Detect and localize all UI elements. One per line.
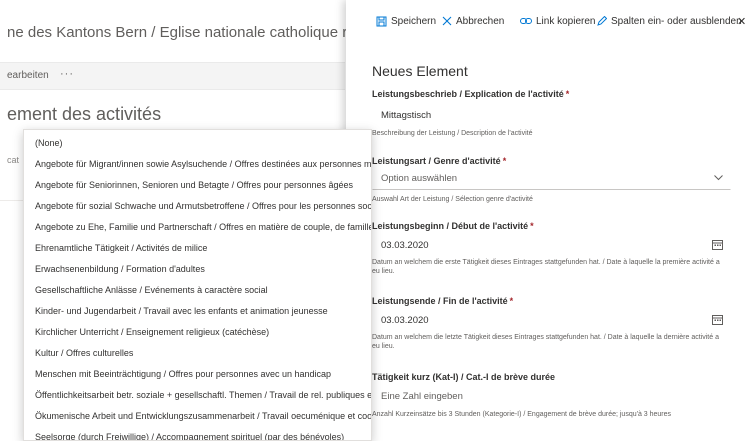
dropdown-option[interactable]: Kultur / Offres culturelles [24, 343, 371, 364]
dropdown-option[interactable]: Kinder- und Jugendarbeit / Travail avec … [24, 301, 371, 322]
required-marker: * [565, 89, 570, 99]
field-label-text: Leistungsende / Fin de l'activité [372, 296, 508, 306]
field-help-text: Datum an welchem die erste Tätigkeit die… [372, 259, 720, 275]
edit-button[interactable]: earbeiten [7, 70, 49, 81]
dropdown-option[interactable]: Öffentlichkeitsarbeit betr. soziale + ge… [24, 385, 371, 406]
dropdown-option[interactable]: Angebote für Migrant/innen sowie Asylsuc… [24, 154, 371, 175]
new-item-panel: Speichern Abbrechen Link kopieren Spalte… [346, 0, 745, 441]
field-label-description: Leistungsbeschrieb / Explication de l'ac… [372, 89, 569, 99]
dropdown-option[interactable]: (None) [24, 133, 371, 154]
command-bar: earbeiten ··· [0, 62, 345, 90]
field-label-start-date: Leistungsbeginn / Début de l'activité * [372, 221, 534, 231]
dropdown-option[interactable]: Menschen mit Beeinträchtigung / Offres p… [24, 364, 371, 385]
cancel-button[interactable]: Abbrechen [442, 13, 504, 29]
field-label-text: Leistungsbeginn / Début de l'activité [372, 221, 529, 231]
copy-link-label: Link kopieren [536, 15, 596, 27]
form-title: Neues Element [372, 63, 468, 79]
copy-link-button[interactable]: Link kopieren [520, 13, 595, 29]
cancel-label: Abbrechen [456, 15, 505, 27]
save-button[interactable]: Speichern [376, 13, 436, 29]
genre-options-dropdown: (None) Angebote für Migrant/innen sowie … [23, 129, 372, 441]
dropdown-option[interactable]: Seelsorge (durch Freiwillige) / Accompag… [24, 427, 371, 440]
field-label-text: Tätigkeit kurz (Kat-I) / Cat.-I de brève… [372, 372, 556, 382]
site-title[interactable]: ne des Kantons Bern / Eglise nationale c… [7, 24, 347, 41]
field-help-text: Datum an welchem die letzte Tätigkeit di… [372, 334, 719, 350]
field-label-short-activity: Tätigkeit kurz (Kat-I) / Cat.-I de brève… [372, 372, 555, 382]
field-label-text: Leistungsbeschrieb / Explication de l'ac… [372, 89, 564, 99]
field-label-genre: Leistungsart / Genre d'activité * [372, 156, 506, 166]
pencil-icon [597, 16, 607, 26]
calendar-icon[interactable] [712, 314, 723, 325]
cancel-icon [442, 16, 452, 26]
dropdown-option[interactable]: Erwachsenenbildung / Formation d'adultes [24, 259, 371, 280]
edit-columns-label: Spalten ein- oder ausblenden [611, 15, 742, 27]
dropdown-option[interactable]: Angebote zu Ehe, Familie und Partnerscha… [24, 217, 371, 238]
activity-genre-select[interactable]: Option auswählen [372, 167, 731, 190]
dropdown-option[interactable]: Kirchlicher Unterricht / Enseignement re… [24, 322, 371, 343]
field-help-text: Auswahl Art der Leistung / Sélection gen… [372, 196, 533, 203]
required-marker: * [509, 296, 514, 306]
field-help-text: Anzahl Kurzeinsätze bis 3 Stunden (Kateg… [372, 411, 672, 418]
edit-columns-button[interactable]: Spalten ein- oder ausblenden [597, 13, 742, 29]
more-icon[interactable]: ··· [60, 68, 74, 80]
select-placeholder: Option auswählen [381, 173, 458, 184]
column-header: cat [7, 155, 20, 165]
chevron-down-icon [714, 175, 723, 181]
save-label: Speichern [391, 15, 437, 27]
field-help-text: Beschreibung der Leistung / Description … [372, 130, 533, 137]
save-icon [376, 16, 387, 26]
start-date-input[interactable]: 03.03.2020 [372, 234, 731, 257]
field-label-text: Leistungsart / Genre d'activité [372, 156, 501, 166]
field-label-end-date: Leistungsende / Fin de l'activité * [372, 296, 513, 306]
dropdown-option[interactable]: Ökumenische Arbeit und Entwicklungszusam… [24, 406, 371, 427]
required-marker: * [530, 221, 534, 231]
date-value: 03.03.2020 [381, 240, 429, 251]
activity-description-input[interactable]: Mittagstisch [372, 104, 731, 127]
dropdown-option[interactable]: Angebote für sozial Schwache und Armutsb… [24, 196, 371, 217]
close-icon[interactable]: ✕ [737, 13, 745, 29]
date-value: 03.03.2020 [381, 315, 429, 326]
required-marker: * [502, 156, 507, 166]
list-title: ement des activités [7, 104, 162, 124]
dropdown-option[interactable]: Gesellschaftliche Anlässe / Evénements à… [24, 280, 371, 301]
dropdown-option[interactable]: Angebote für Seniorinnen, Senioren und B… [24, 175, 371, 196]
calendar-icon[interactable] [712, 239, 723, 250]
link-icon [520, 18, 532, 24]
end-date-input[interactable]: 03.03.2020 [372, 309, 731, 332]
panel-toolbar: Speichern Abbrechen Link kopieren Spalte… [346, 0, 745, 44]
dropdown-option[interactable]: Ehrenamtliche Tätigkeit / Activités de m… [24, 238, 371, 259]
short-activity-number-input[interactable]: Eine Zahl eingeben [372, 385, 731, 408]
